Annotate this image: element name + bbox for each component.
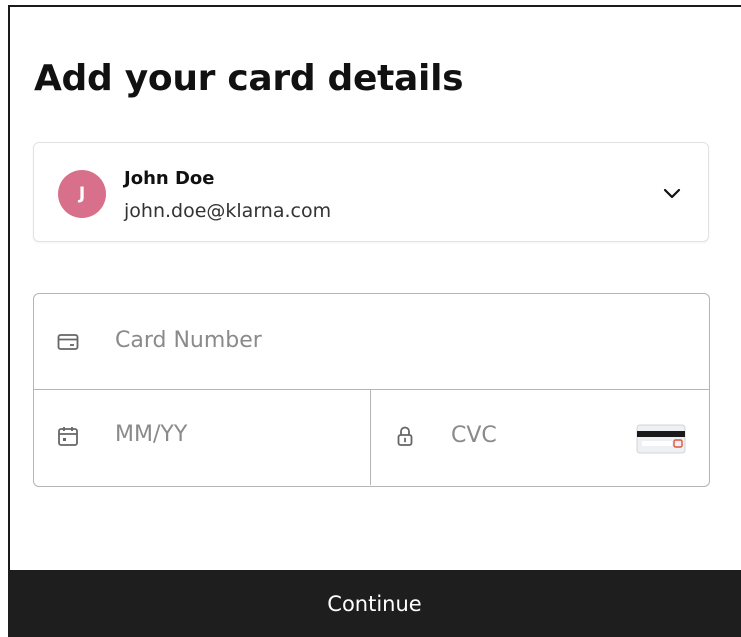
calendar-icon (58, 427, 78, 446)
continue-button[interactable]: Continue (8, 570, 741, 637)
expiry-field[interactable]: MM/YY (34, 390, 371, 485)
chevron-down-icon[interactable] (660, 181, 684, 205)
card-number-placeholder: Card Number (115, 328, 262, 353)
avatar: J (58, 170, 106, 218)
card-number-field[interactable]: Card Number (34, 294, 709, 390)
account-name: John Doe (124, 168, 215, 189)
credit-card-icon (57, 334, 79, 350)
account-email: john.doe@klarna.com (124, 200, 332, 222)
cvc-field[interactable]: CVC (371, 390, 708, 485)
cvc-placeholder: CVC (451, 423, 497, 448)
card-form: Card Number MM/YY CVC (33, 293, 710, 487)
lock-icon (397, 426, 413, 446)
card-back-cvc-icon (636, 424, 686, 454)
expiry-placeholder: MM/YY (115, 422, 188, 447)
modal-panel: Add your card details J John Doe john.do… (8, 5, 741, 637)
page-title: Add your card details (34, 58, 464, 99)
account-selector[interactable]: J John Doe john.doe@klarna.com (33, 142, 709, 242)
